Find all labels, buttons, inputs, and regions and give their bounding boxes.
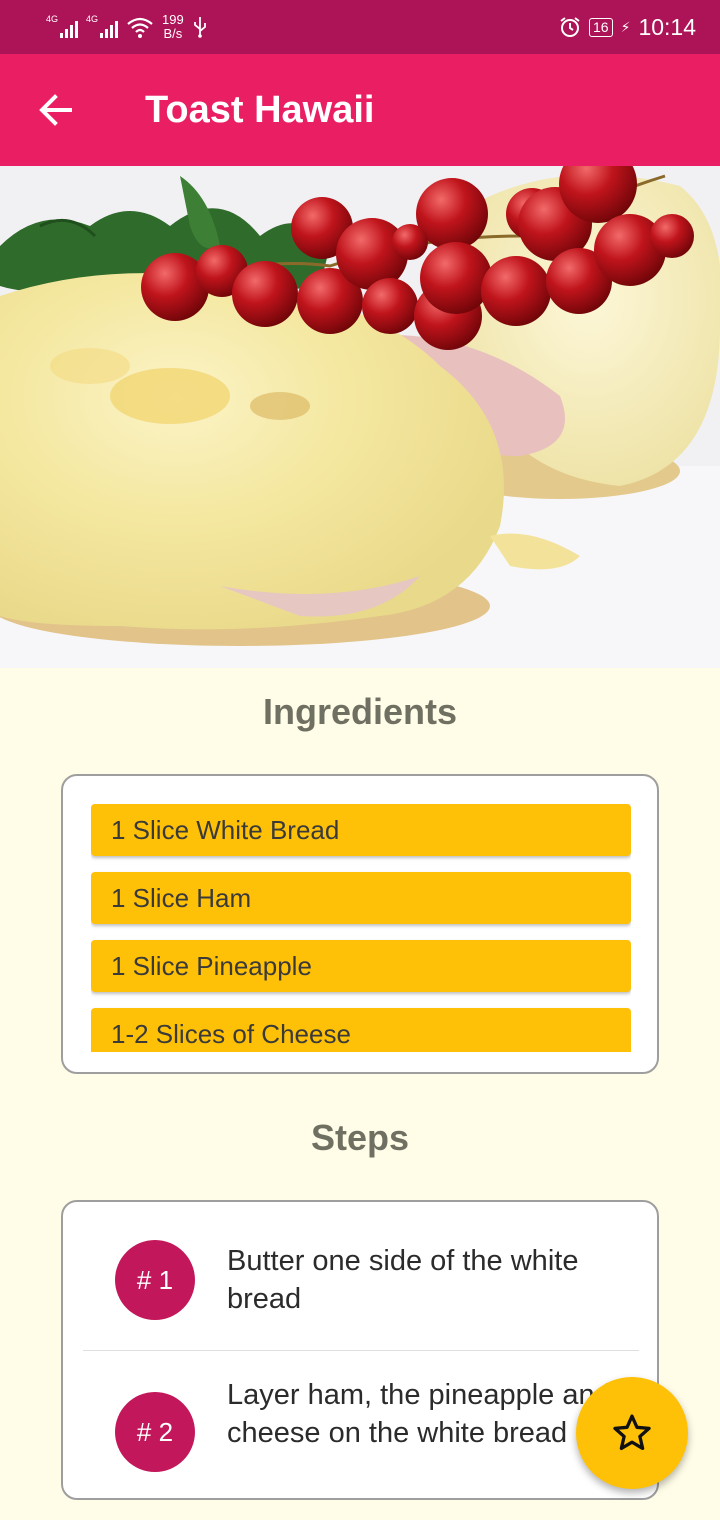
speed-unit: B/s xyxy=(163,26,183,41)
ingredients-list[interactable]: 1 Slice White Bread 1 Slice Ham 1 Slice … xyxy=(91,804,631,1052)
step-divider xyxy=(83,1350,639,1351)
favorite-button[interactable] xyxy=(576,1377,688,1489)
network-type-2: 4G xyxy=(86,14,99,24)
status-right: 16 ⚡ 10:14 xyxy=(559,14,696,41)
step-text: Layer ham, the pineapple and cheese on t… xyxy=(227,1379,611,1449)
usb-icon xyxy=(193,17,206,38)
speed-value: 199 xyxy=(162,12,184,27)
arrow-left-icon[interactable] xyxy=(36,90,76,130)
ingredient-item: 1-2 Slices of Cheese xyxy=(91,1008,631,1052)
network-speed: 199 B/s xyxy=(162,13,184,41)
battery-icon: 16 xyxy=(589,17,613,37)
ingredient-item: 1 Slice White Bread xyxy=(91,804,631,856)
steps-heading: Steps xyxy=(310,1117,410,1158)
signal-icon-2: 4G xyxy=(86,14,118,38)
star-outline-icon xyxy=(613,1414,651,1451)
ingredients-card: 1 Slice White Bread 1 Slice Ham 1 Slice … xyxy=(61,774,659,1074)
step-number-badge: # 2 xyxy=(115,1392,195,1472)
charging-icon: ⚡ xyxy=(620,18,631,35)
step-number-badge: # 1 xyxy=(115,1240,195,1320)
alarm-icon xyxy=(560,17,580,37)
recipe-image xyxy=(0,166,720,668)
wifi-icon xyxy=(127,17,153,38)
status-bar: 4G 4G 199 B/s 16 ⚡ 10:14 xyxy=(0,0,720,54)
signal-icon: 4G xyxy=(46,14,78,38)
ingredient-item: 1 Slice Pineapple xyxy=(91,940,631,992)
ingredients-heading: Ingredients xyxy=(262,691,458,732)
status-time: 10:14 xyxy=(638,13,696,40)
app-bar: Toast Hawaii xyxy=(0,54,720,166)
network-type-1: 4G xyxy=(46,14,59,24)
page-title: Toast Hawaii xyxy=(145,89,375,131)
step-text: Butter one side of the white bread xyxy=(227,1245,579,1315)
ingredient-item: 1 Slice Ham xyxy=(91,872,631,924)
steps-card[interactable]: # 1 Butter one side of the white bread #… xyxy=(61,1200,659,1500)
status-left: 4G 4G 199 B/s xyxy=(46,13,208,41)
